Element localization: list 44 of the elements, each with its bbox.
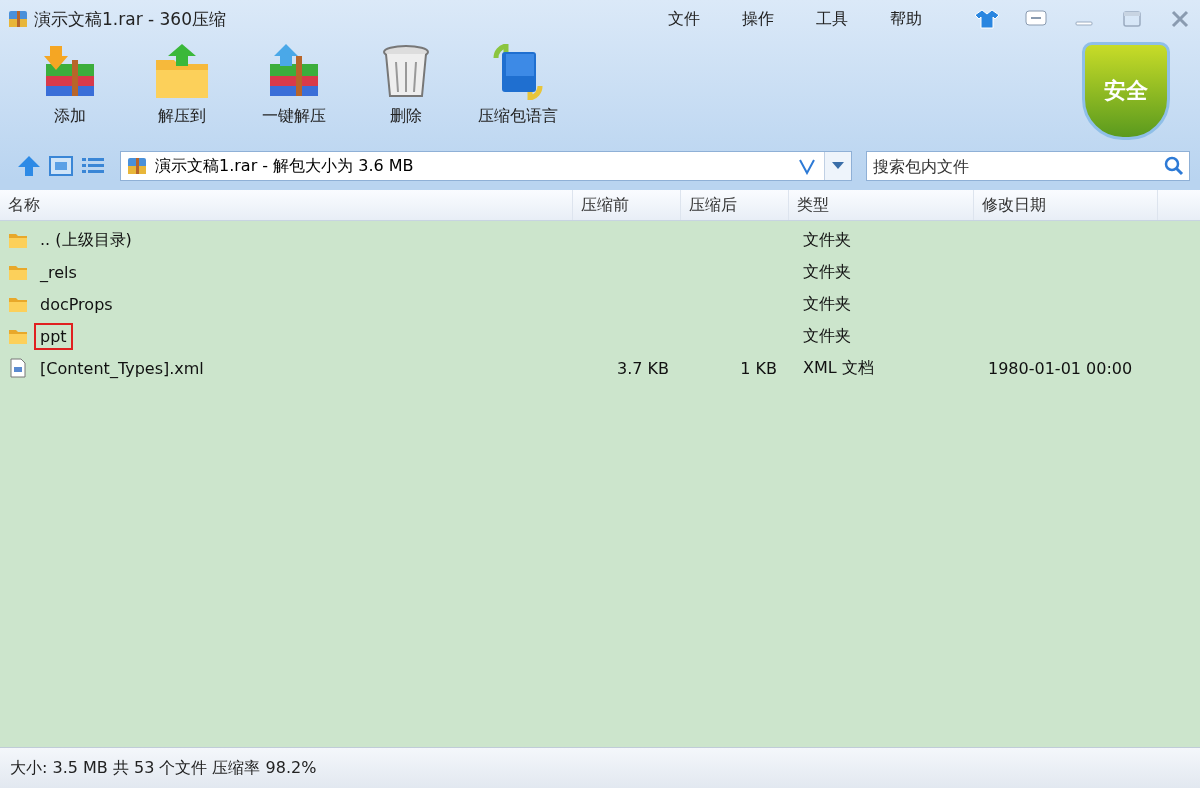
file-icon (8, 358, 28, 378)
dropdown-button[interactable] (824, 152, 851, 180)
table-cell-text: 文件夹 (802, 325, 852, 347)
menu-item[interactable]: 操作 (742, 8, 774, 30)
table-cell-text: 文件夹 (802, 229, 852, 251)
file-name[interactable]: .. (上级目录) (34, 225, 138, 255)
message-icon[interactable] (1024, 9, 1048, 29)
table-cell-text: 文件夹 (802, 261, 852, 283)
column-header[interactable]: 名称 (0, 190, 573, 220)
status-bar: 大小: 3.5 MB 共 53 个文件 压缩率 98.2% (0, 747, 1200, 788)
menu-item[interactable]: 文件 (668, 8, 700, 30)
column-header[interactable]: 压缩前 (573, 190, 681, 220)
folder-upload-icon (154, 44, 210, 100)
table-cell-text: 1 KB (739, 358, 778, 378)
caret-icon (832, 162, 844, 170)
file-name[interactable]: docProps (34, 290, 119, 318)
search-field[interactable]: 搜索包内文件 (866, 151, 1190, 181)
window-title: 演示文稿1.rar - 360压缩 (34, 7, 227, 31)
menu-item[interactable]: 工具 (816, 8, 848, 30)
toolbar-button[interactable]: 添加 (14, 44, 126, 127)
file-name[interactable]: _rels (34, 258, 83, 286)
column-header[interactable]: 修改日期 (974, 190, 1158, 220)
column-header[interactable]: 类型 (789, 190, 974, 220)
address-field[interactable]: 演示文稿1.rar - 解包大小为 3.6 MB (120, 151, 852, 181)
shirt-icon[interactable] (974, 8, 1000, 30)
menu-item[interactable]: 帮助 (890, 8, 922, 30)
toolbar-button[interactable]: 删除 (350, 44, 462, 127)
table-cell-text: 文件夹 (802, 293, 852, 315)
thumbnail-view-icon[interactable] (48, 154, 74, 178)
search-icon[interactable] (1164, 156, 1184, 176)
toolbar-button[interactable]: 一键解压 (238, 44, 350, 127)
archive-icon (127, 156, 147, 176)
table-cell-text: 3.7 KB (616, 358, 670, 378)
table-cell-text: 1980-01-01 00:00 (987, 358, 1134, 378)
up-arrow-icon[interactable] (16, 154, 42, 178)
archive-icon (8, 9, 28, 29)
column-header[interactable]: 压缩后 (681, 190, 789, 220)
file-name[interactable]: ppt (34, 322, 73, 350)
file-name[interactable]: [Content_Types].xml (34, 354, 210, 382)
maximize-icon[interactable] (1120, 9, 1144, 29)
table-cell-text: XML 文档 (802, 357, 875, 379)
toolbar-button[interactable]: 压缩包语言 (462, 44, 574, 127)
toolbar-button[interactable]: 解压到 (126, 44, 238, 127)
chevron-icon[interactable] (798, 157, 816, 175)
